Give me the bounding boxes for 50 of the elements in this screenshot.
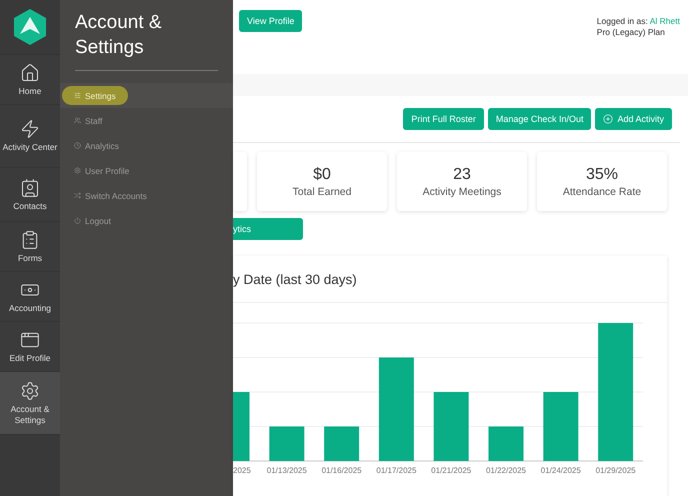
axis-label: 2025	[233, 466, 251, 475]
drawer-menu-item[interactable]: Switch Accounts	[74, 186, 147, 205]
shuffle-icon	[74, 192, 81, 199]
drawer-title: Account & Settings	[74, 11, 163, 60]
bar	[269, 426, 304, 461]
drawer-menu-item[interactable]: Logout	[74, 211, 111, 230]
axis-label: 01/24/2025	[540, 466, 581, 475]
stat-label: Attendance Rate	[562, 186, 642, 198]
user-link[interactable]: Al Rhett	[650, 16, 680, 26]
settings-icon	[74, 167, 81, 174]
stat-value: 35%	[586, 166, 618, 184]
lightning-icon	[20, 119, 40, 139]
action-button[interactable]: Add Activity	[595, 108, 672, 130]
rail-item[interactable]: Account & Settings	[0, 372, 60, 435]
id-card-icon	[20, 178, 40, 198]
stat-label: Total Earned	[292, 186, 352, 198]
sliders-icon	[74, 92, 81, 99]
plus-icon	[603, 114, 614, 124]
view-profile-button[interactable]: View Profile	[239, 10, 302, 32]
drawer-menu-item[interactable]: Settings	[62, 86, 128, 105]
clipboard-icon	[20, 230, 40, 250]
action-button[interactable]: Manage Check In/Out	[488, 108, 592, 130]
drawer-menu-item[interactable]: Staff	[74, 111, 102, 130]
stat-value: $0	[313, 166, 331, 184]
drawer-menu-item[interactable]: Analytics	[74, 136, 120, 155]
clock-icon	[74, 142, 81, 149]
bar	[488, 426, 524, 461]
settings-icon	[20, 380, 40, 400]
axis-label: 01/21/2025	[431, 466, 472, 475]
axis-label: 01/16/2025	[322, 466, 362, 475]
bar	[233, 392, 250, 461]
action-button[interactable]: Print Full Roster	[403, 108, 484, 130]
logged-in-label: Logged in as:	[596, 16, 648, 26]
axis-label: 01/13/2025	[266, 466, 307, 475]
users-icon	[74, 117, 81, 124]
axis-label: 01/22/2025	[486, 466, 526, 475]
stat-value: 23	[453, 166, 471, 184]
axis-label: 01/29/2025	[596, 466, 636, 475]
bar	[543, 392, 578, 461]
power-icon	[74, 217, 81, 224]
analytics-button[interactable]: ytics	[233, 218, 303, 240]
bar	[324, 426, 360, 461]
axis-label: 01/17/2025	[376, 466, 416, 475]
bar	[434, 392, 469, 461]
chart-title: y Date (last 30 days)	[233, 272, 357, 286]
logo-icon[interactable]	[13, 8, 47, 46]
drawer-menu-item[interactable]: User Profile	[74, 161, 130, 180]
home-icon	[20, 62, 40, 82]
plan-label: Pro (Legacy) Plan	[596, 27, 666, 38]
stat-label: Activity Meetings	[422, 186, 502, 198]
